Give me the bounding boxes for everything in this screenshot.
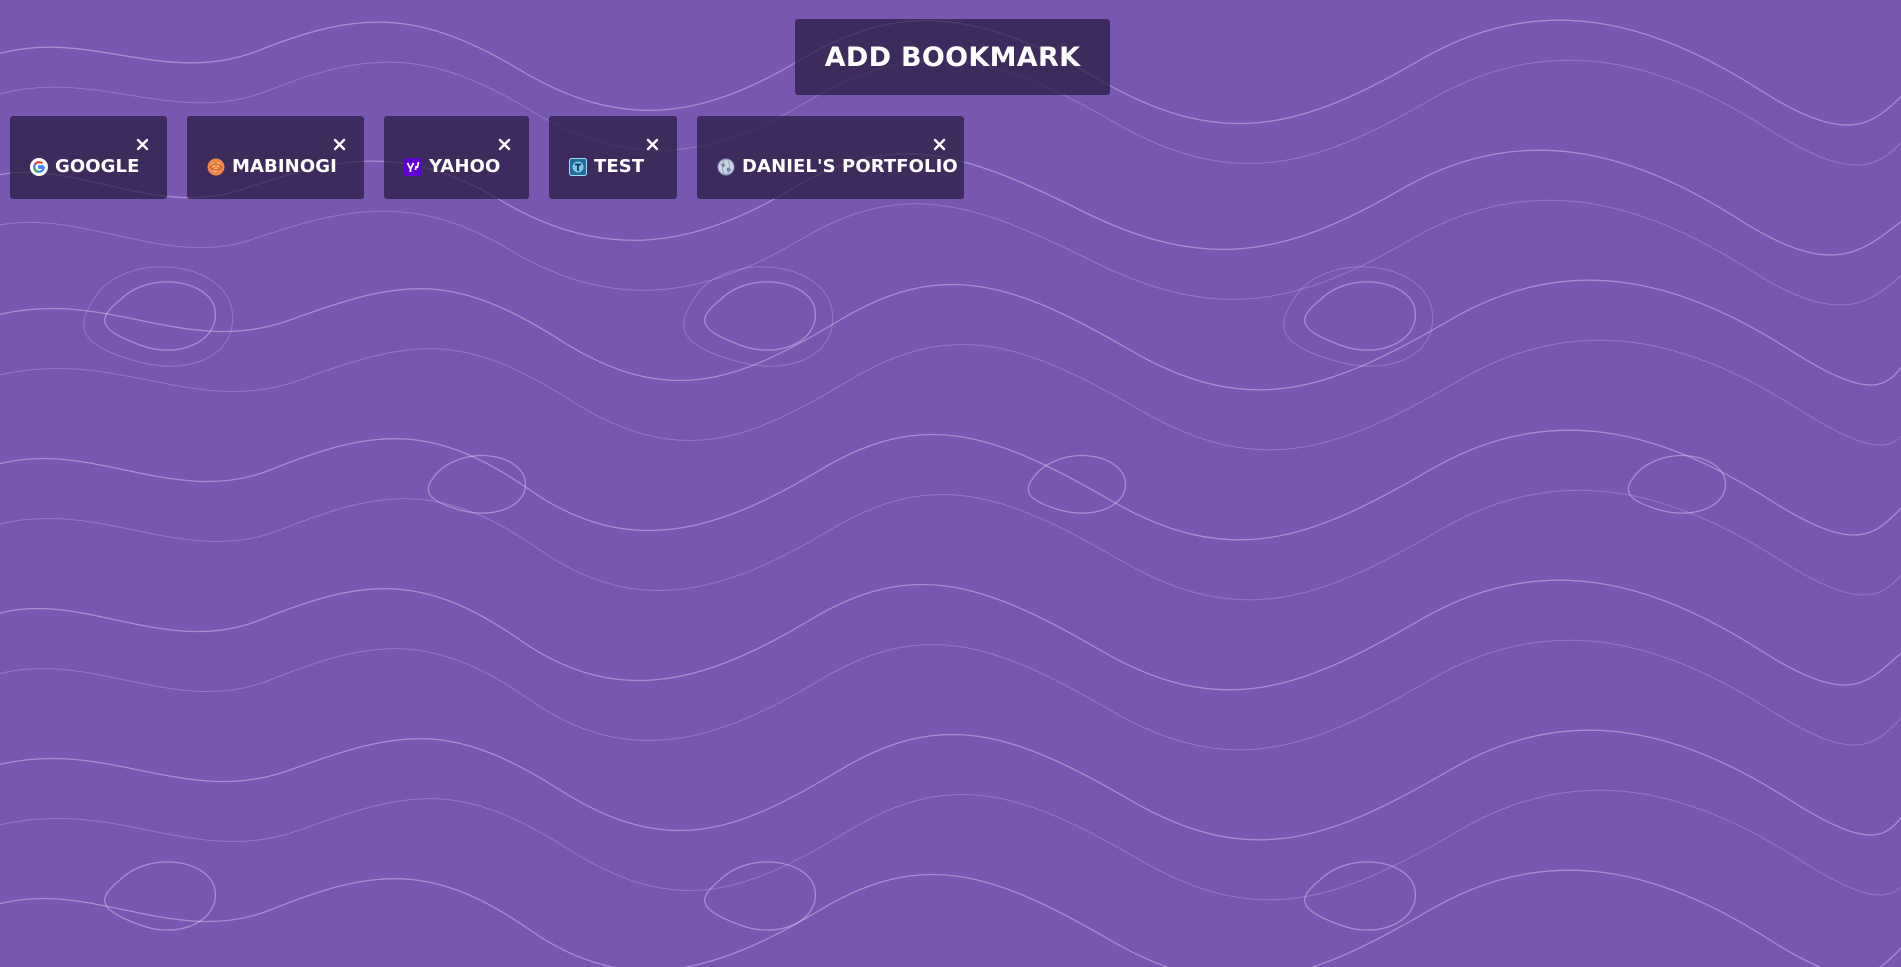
close-icon[interactable] <box>644 136 660 152</box>
bookmark-list: GOOGLE MABINOGI YAHOO TEST DANIEL'S PORT… <box>10 116 964 199</box>
close-icon[interactable] <box>931 136 947 152</box>
test-icon <box>569 157 587 176</box>
close-icon[interactable] <box>331 136 347 152</box>
google-icon <box>30 157 48 176</box>
bookmark-daniels-portfolio[interactable]: DANIEL'S PORTFOLIO <box>697 116 964 199</box>
bookmark-label: DANIEL'S PORTFOLIO <box>742 156 958 177</box>
yahoo-icon <box>404 157 422 176</box>
bookmark-label: TEST <box>594 156 645 177</box>
close-icon[interactable] <box>134 136 150 152</box>
bookmark-mabinogi[interactable]: MABINOGI <box>187 116 364 199</box>
bookmark-label: GOOGLE <box>55 156 140 177</box>
bookmark-google[interactable]: GOOGLE <box>10 116 167 199</box>
close-icon[interactable] <box>496 136 512 152</box>
mabinogi-icon <box>207 158 225 176</box>
bookmark-yahoo[interactable]: YAHOO <box>384 116 529 199</box>
bookmark-test[interactable]: TEST <box>549 116 677 199</box>
globe-icon <box>717 158 735 176</box>
add-bookmark-button[interactable]: ADD BOOKMARK <box>795 19 1110 95</box>
bookmark-label: YAHOO <box>429 156 501 177</box>
bookmark-label: MABINOGI <box>232 156 337 177</box>
